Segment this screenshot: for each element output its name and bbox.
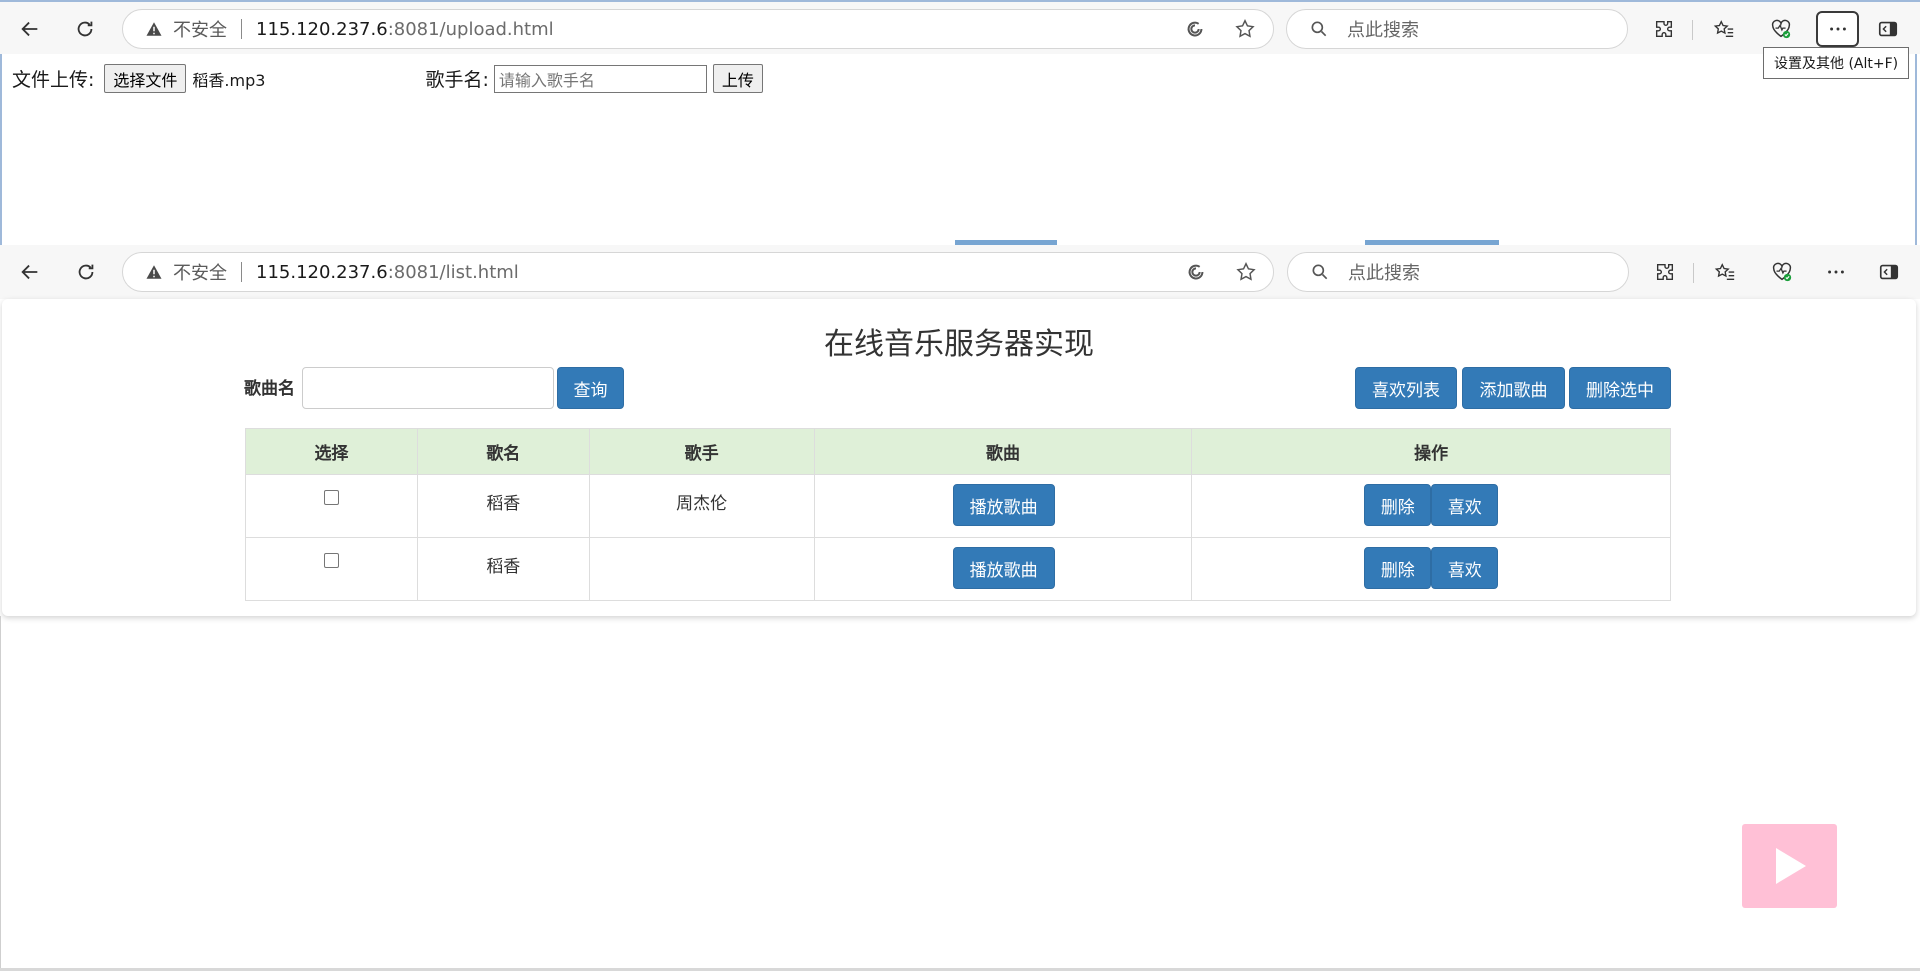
refresh-button[interactable] xyxy=(68,254,104,290)
window-edge xyxy=(0,616,1,971)
favorites-list-icon xyxy=(1714,263,1735,281)
back-arrow-icon xyxy=(21,264,38,280)
more-tooltip: 设置及其他 (Alt+F) xyxy=(1763,47,1910,79)
table-row: 稻香 周杰伦 播放歌曲 删除 喜欢 xyxy=(245,474,1671,538)
insecure-label: 不安全 xyxy=(173,263,227,284)
favorite-list-button[interactable]: 喜欢列表 xyxy=(1355,367,1457,409)
actions-cell: 删除 喜欢 xyxy=(1191,537,1671,601)
add-song-button[interactable]: 添加歌曲 xyxy=(1462,367,1565,409)
extensions-button[interactable] xyxy=(1647,254,1683,290)
table-row: 稻香 播放歌曲 删除 喜欢 xyxy=(245,537,1671,601)
row-checkbox[interactable] xyxy=(323,553,339,568)
play-song-button[interactable]: 播放歌曲 xyxy=(952,547,1055,589)
play-cell: 播放歌曲 xyxy=(813,537,1193,601)
address-bar[interactable]: 不安全 115.120.237.6:8081/upload.html xyxy=(122,9,1274,49)
puzzle-icon xyxy=(1655,20,1673,38)
search-placeholder: 点此搜索 xyxy=(1347,20,1419,41)
table-header-row: 选择 歌名 歌手 歌曲 操作 xyxy=(245,428,1671,475)
song-name-input[interactable] xyxy=(302,367,554,409)
singer-cell: 周杰伦 xyxy=(588,474,815,538)
delete-button[interactable]: 删除 xyxy=(1364,547,1432,589)
url-host: 115.120.237.6 xyxy=(256,261,388,283)
browser-toolbar-list: 不安全 115.120.237.6:8081/list.html 点此搜索 xyxy=(0,245,1920,299)
sidebar-icon xyxy=(1879,264,1899,280)
row-checkbox[interactable] xyxy=(323,490,339,505)
song-name-cell: 稻香 xyxy=(416,537,590,601)
singer-cell xyxy=(588,537,815,601)
delete-button[interactable]: 删除 xyxy=(1364,484,1432,526)
settings-more-button[interactable] xyxy=(1818,254,1854,290)
favorites-list-icon xyxy=(1713,20,1734,38)
column-actions: 操作 xyxy=(1191,428,1671,475)
address-separator xyxy=(241,19,242,39)
upload-page: 文件上传: 选择文件 稻香.mp3 歌手名: 请输入歌手名 上传 xyxy=(0,54,1917,248)
favorite-star-icon[interactable] xyxy=(1230,17,1260,41)
refresh-button[interactable] xyxy=(67,11,103,47)
upload-form: 文件上传: 选择文件 稻香.mp3 歌手名: 请输入歌手名 上传 xyxy=(12,64,763,93)
favorites-button[interactable] xyxy=(1706,11,1742,47)
sidebar-icon xyxy=(1878,21,1898,37)
column-select: 选择 xyxy=(245,428,418,475)
browser-toolbar-upload: 不安全 115.120.237.6:8081/upload.html 点此搜索 xyxy=(0,0,1920,54)
actions-cell: 删除 喜欢 xyxy=(1191,474,1671,538)
favorites-button[interactable] xyxy=(1707,254,1743,290)
more-dots-icon xyxy=(1828,270,1844,274)
play-song-button[interactable]: 播放歌曲 xyxy=(952,484,1055,526)
song-name-label: 歌曲名 xyxy=(244,379,295,399)
insecure-label: 不安全 xyxy=(173,20,227,41)
like-button[interactable]: 喜欢 xyxy=(1431,547,1499,589)
back-button[interactable] xyxy=(12,11,48,47)
column-song: 歌曲 xyxy=(813,428,1193,475)
url-path: :8081/list.html xyxy=(387,261,519,283)
address-separator xyxy=(241,262,242,282)
browser-essentials-button[interactable] xyxy=(1763,11,1799,47)
favorite-star-icon[interactable] xyxy=(1231,260,1261,284)
sidebar-toggle-button[interactable] xyxy=(1870,11,1906,47)
back-button[interactable] xyxy=(12,254,48,290)
more-dots-icon xyxy=(1829,27,1846,31)
like-button[interactable]: 喜欢 xyxy=(1431,484,1499,526)
heart-pulse-icon xyxy=(1771,19,1791,39)
puzzle-icon xyxy=(1656,263,1674,281)
singer-label: 歌手名: xyxy=(425,69,489,91)
search-box[interactable]: 点此搜索 xyxy=(1286,9,1628,49)
warning-icon xyxy=(146,265,162,279)
extensions-button[interactable] xyxy=(1646,11,1682,47)
upload-button[interactable]: 上传 xyxy=(712,64,763,93)
selected-file-name: 稻香.mp3 xyxy=(192,70,266,90)
back-arrow-icon xyxy=(21,21,38,37)
edge-refresh-icon[interactable] xyxy=(1180,17,1210,41)
choose-file-button[interactable]: 选择文件 xyxy=(104,64,187,93)
browser-essentials-button[interactable] xyxy=(1764,254,1800,290)
song-name-cell: 稻香 xyxy=(416,474,590,538)
search-icon xyxy=(1312,264,1328,280)
select-cell xyxy=(245,537,418,601)
warning-icon xyxy=(146,22,162,36)
page-title: 在线音乐服务器实现 xyxy=(824,327,1094,362)
column-song-name: 歌名 xyxy=(416,428,590,475)
music-list-page: 在线音乐服务器实现 歌曲名 查询 喜欢列表 添加歌曲 删除选中 选择 歌名 歌手… xyxy=(2,299,1916,616)
url-host: 115.120.237.6 xyxy=(256,18,388,40)
url-path: :8081/upload.html xyxy=(387,18,554,40)
play-cell: 播放歌曲 xyxy=(813,474,1193,538)
delete-selected-button[interactable]: 删除选中 xyxy=(1569,367,1671,409)
address-bar[interactable]: 不安全 115.120.237.6:8081/list.html xyxy=(122,252,1274,292)
heart-pulse-icon xyxy=(1772,262,1792,282)
music-player-widget[interactable] xyxy=(1742,824,1837,908)
sidebar-toggle-button[interactable] xyxy=(1871,254,1907,290)
query-button[interactable]: 查询 xyxy=(557,367,624,409)
settings-more-button[interactable] xyxy=(1816,11,1859,47)
edge-refresh-icon[interactable] xyxy=(1181,260,1211,284)
play-icon xyxy=(1775,848,1806,884)
refresh-icon xyxy=(77,21,93,37)
file-upload-label: 文件上传: xyxy=(12,69,95,91)
search-icon xyxy=(1311,21,1327,37)
search-placeholder: 点此搜索 xyxy=(1348,263,1420,284)
select-cell xyxy=(245,474,418,538)
song-table: 选择 歌名 歌手 歌曲 操作 稻香 周杰伦 播放歌曲 删除 喜欢 稻香 播放歌曲… xyxy=(245,428,1671,601)
singer-input[interactable]: 请输入歌手名 xyxy=(493,64,707,93)
refresh-icon xyxy=(78,264,94,280)
search-box[interactable]: 点此搜索 xyxy=(1287,252,1629,292)
column-singer: 歌手 xyxy=(588,428,815,475)
